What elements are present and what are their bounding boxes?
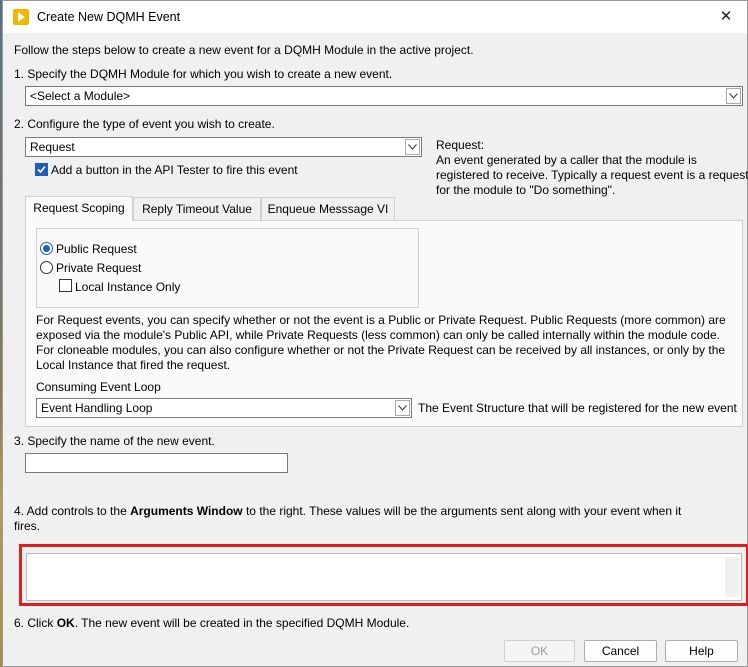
description-line: for the module to "Do something".	[436, 183, 616, 197]
title-bar: Create New DQMH Event ✕	[3, 1, 747, 33]
step2-label: 2. Configure the type of event you wish …	[14, 117, 275, 131]
private-request-label: Private Request	[56, 261, 142, 275]
tab-reply-timeout-value[interactable]: Reply Timeout Value	[133, 197, 261, 221]
description-line: registered to receive. Typically a reque…	[436, 168, 748, 182]
step6-suffix: . The new event will be created in the s…	[74, 616, 410, 630]
scope-help-line: Local Instance that fired the request.	[36, 358, 231, 372]
api-tester-label: Add a button in the API Tester to fire t…	[51, 163, 298, 177]
ok-button[interactable]: OK	[504, 640, 575, 662]
consuming-loop-value: Event Handling Loop	[41, 401, 153, 415]
intro-text: Follow the steps below to create a new e…	[14, 43, 474, 57]
tab-request-scoping[interactable]: Request Scoping	[25, 196, 133, 221]
consuming-loop-label: Consuming Event Loop	[36, 380, 161, 394]
step1-label: 1. Specify the DQMH Module for which you…	[14, 67, 393, 81]
consuming-loop-select[interactable]: Event Handling Loop	[36, 398, 412, 418]
public-request-radio[interactable]	[40, 242, 53, 255]
module-select-value: <Select a Module>	[30, 89, 131, 103]
step4-prefix: 4. Add controls to the	[14, 504, 131, 518]
local-instance-only-label: Local Instance Only	[75, 280, 181, 294]
scope-help-line: exposed via the module's Public API, whi…	[36, 328, 720, 342]
api-tester-checkbox[interactable]	[35, 163, 48, 176]
labview-app-icon	[13, 9, 29, 25]
step4-suffix: to the right. These values will be the a…	[242, 504, 682, 518]
dialog-window: Create New DQMH Event ✕ Follow the steps…	[2, 0, 748, 667]
consuming-loop-note: The Event Structure that will be registe…	[418, 401, 737, 415]
tab-enqueue-message-vi[interactable]: Enqueue Messsage VI	[261, 197, 395, 221]
scope-help-line: For cloneable modules, you can also conf…	[36, 343, 726, 357]
cancel-button[interactable]: Cancel	[584, 640, 657, 662]
step6-label: 6. Click OK. The new event will be creat…	[14, 616, 409, 630]
description-line: An event generated by a caller that the …	[436, 153, 697, 167]
chevron-down-icon[interactable]	[726, 88, 741, 104]
ok-text: OK	[56, 616, 75, 630]
highlight-box	[19, 544, 748, 606]
chevron-down-icon[interactable]	[405, 139, 420, 155]
step3-label: 3. Specify the name of the new event.	[14, 434, 215, 448]
step6-prefix: 6. Click	[14, 616, 57, 630]
scope-help-line: For Request events, you can specify whet…	[36, 313, 726, 327]
close-icon[interactable]: ✕	[713, 5, 739, 29]
arguments-window-text: Arguments Window	[130, 504, 243, 518]
description-title: Request:	[436, 138, 485, 152]
chevron-down-icon[interactable]	[395, 400, 410, 416]
step4-label-line2: fires.	[14, 519, 41, 533]
public-request-label: Public Request	[56, 242, 137, 256]
private-request-radio[interactable]	[40, 261, 53, 274]
event-name-input[interactable]	[25, 453, 288, 473]
module-select[interactable]: <Select a Module>	[25, 86, 743, 106]
window-title: Create New DQMH Event	[37, 10, 181, 24]
local-instance-only-checkbox[interactable]	[59, 279, 72, 292]
event-type-select[interactable]: Request	[25, 137, 422, 157]
help-button[interactable]: Help	[665, 640, 738, 662]
step4-label: 4. Add controls to the Arguments Window …	[14, 504, 681, 518]
event-type-value: Request	[30, 140, 75, 154]
